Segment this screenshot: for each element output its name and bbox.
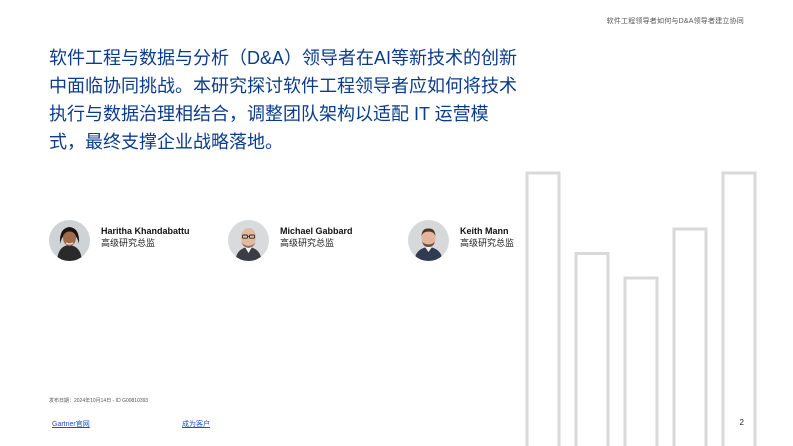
author-title: 高级研究总监: [280, 237, 335, 248]
intro-paragraph: 软件工程与数据与分析（D&A）领导者在AI等新技术的创新中面临协同挑战。本研究探…: [49, 48, 518, 152]
author-title: 高级研究总监: [460, 237, 515, 248]
author-name: Haritha Khandabattu: [101, 225, 190, 236]
author-name: Michael Gabbard: [280, 225, 353, 236]
author-avatar: [228, 219, 269, 261]
running-header: 软件工程领导者如何与D&A领导者建立协同: [606, 18, 744, 25]
become-client-link[interactable]: 成为客户: [182, 419, 210, 429]
decorative-bar: [672, 227, 708, 446]
author-title: 高级研究总监: [101, 237, 156, 248]
decorative-bars: [525, 171, 757, 446]
decorative-bar: [574, 252, 610, 446]
author-avatar: [408, 219, 449, 261]
page-number: 2: [739, 418, 744, 427]
author-card: Keith Mann 高级研究总监: [408, 219, 514, 261]
decorative-bar: [721, 171, 757, 446]
author-card: Michael Gabbard 高级研究总监: [228, 219, 353, 261]
decorative-bar: [623, 276, 659, 446]
publication-info: 发布日期：2024年10月14日 - ID G00810393: [49, 398, 149, 404]
author-card: Haritha Khandabattu 高级研究总监: [49, 219, 190, 261]
author-name: Keith Mann: [460, 225, 509, 236]
gartner-site-link[interactable]: Gartner官网: [52, 419, 90, 429]
decorative-bar: [525, 171, 561, 446]
author-avatar: [49, 219, 90, 261]
